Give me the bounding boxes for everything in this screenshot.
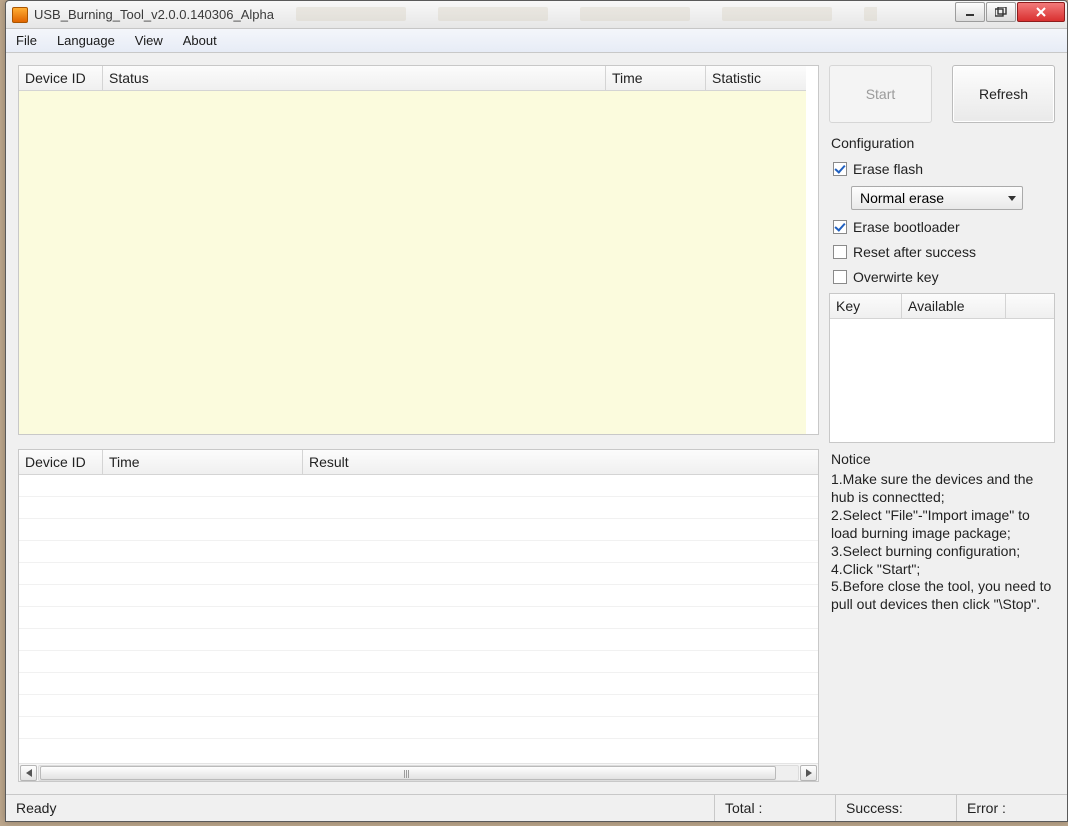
app-icon xyxy=(12,7,28,23)
client-area: Device ID Status Time Statistic Device I… xyxy=(6,53,1067,794)
col-time[interactable]: Time xyxy=(606,66,706,91)
app-window: USB_Burning_Tool_v2.0.0.140306_Alpha xyxy=(5,0,1068,822)
erase-flash-label: Erase flash xyxy=(853,161,923,177)
overwrite-key-checkbox[interactable]: Overwirte key xyxy=(833,269,1055,285)
menu-view[interactable]: View xyxy=(125,29,173,52)
devices-panel: Device ID Status Time Statistic xyxy=(18,65,819,435)
close-icon xyxy=(1035,7,1047,17)
erase-mode-select[interactable]: Normal erase xyxy=(851,186,1023,210)
col-result-time[interactable]: Time xyxy=(103,450,303,475)
reset-after-success-checkbox[interactable]: Reset after success xyxy=(833,244,1055,260)
hscroll-right[interactable] xyxy=(800,765,817,781)
col-available[interactable]: Available xyxy=(902,294,1006,319)
key-table-header: Key Available xyxy=(830,294,1054,319)
notice-body: 1.Make sure the devices and the hub is c… xyxy=(831,471,1053,614)
chevron-right-icon xyxy=(806,769,812,777)
reset-after-success-label: Reset after success xyxy=(853,244,976,260)
checkbox-icon xyxy=(833,220,847,234)
maximize-button[interactable] xyxy=(986,2,1016,22)
checkbox-icon xyxy=(833,270,847,284)
config-group: Erase flash Normal erase Erase bootloade… xyxy=(829,159,1055,285)
col-result-device-id[interactable]: Device ID xyxy=(19,450,103,475)
minimize-button[interactable] xyxy=(955,2,985,22)
menu-file[interactable]: File xyxy=(6,29,47,52)
notice-title: Notice xyxy=(831,451,1053,467)
statusbar: Ready Total : Success: Error : xyxy=(6,794,1067,821)
left-column: Device ID Status Time Statistic Device I… xyxy=(18,65,819,782)
status-error: Error : xyxy=(957,795,1067,821)
results-hscroll[interactable] xyxy=(19,763,818,781)
action-buttons: Start Refresh xyxy=(829,65,1055,123)
hscroll-left[interactable] xyxy=(20,765,37,781)
status-total: Total : xyxy=(715,795,835,821)
erase-bootloader-label: Erase bootloader xyxy=(853,219,960,235)
col-status[interactable]: Status xyxy=(103,66,606,91)
right-column: Start Refresh Configuration Erase flash … xyxy=(829,65,1055,782)
close-button[interactable] xyxy=(1017,2,1065,22)
menu-language[interactable]: Language xyxy=(47,29,125,52)
col-key[interactable]: Key xyxy=(830,294,902,319)
overwrite-key-label: Overwirte key xyxy=(853,269,939,285)
results-panel: Device ID Time Result xyxy=(18,449,819,782)
window-title: USB_Burning_Tool_v2.0.0.140306_Alpha xyxy=(34,7,274,22)
status-success: Success: xyxy=(836,795,956,821)
start-button[interactable]: Start xyxy=(829,65,932,123)
refresh-button[interactable]: Refresh xyxy=(952,65,1055,123)
hscroll-track[interactable] xyxy=(38,765,799,781)
erase-bootloader-checkbox[interactable]: Erase bootloader xyxy=(833,219,1055,235)
col-key-spacer xyxy=(1006,294,1054,319)
erase-flash-checkbox[interactable]: Erase flash xyxy=(833,161,1055,177)
devices-table-header: Device ID Status Time Statistic xyxy=(19,66,806,91)
checkbox-icon xyxy=(833,162,847,176)
maximize-icon xyxy=(995,7,1007,17)
menu-about[interactable]: About xyxy=(173,29,227,52)
col-result-result[interactable]: Result xyxy=(303,450,818,475)
notice-block: Notice 1.Make sure the devices and the h… xyxy=(829,451,1055,614)
col-device-id[interactable]: Device ID xyxy=(19,66,103,91)
titlebar[interactable]: USB_Burning_Tool_v2.0.0.140306_Alpha xyxy=(6,1,1067,29)
window-controls xyxy=(955,2,1065,22)
key-panel: Key Available xyxy=(829,293,1055,443)
chevron-left-icon xyxy=(26,769,32,777)
results-rows xyxy=(19,475,818,763)
results-table-header: Device ID Time Result xyxy=(19,450,818,475)
erase-mode-value: Normal erase xyxy=(860,190,944,206)
background-tabs xyxy=(296,7,877,23)
col-statistic[interactable]: Statistic xyxy=(706,66,806,91)
menubar: File Language View About xyxy=(6,29,1067,53)
chevron-down-icon xyxy=(1008,196,1016,201)
hscroll-thumb[interactable] xyxy=(40,766,776,780)
devices-vscroll[interactable] xyxy=(806,66,818,434)
checkbox-icon xyxy=(833,245,847,259)
config-label: Configuration xyxy=(829,135,1055,151)
minimize-icon xyxy=(965,7,975,17)
status-ready: Ready xyxy=(6,795,714,821)
